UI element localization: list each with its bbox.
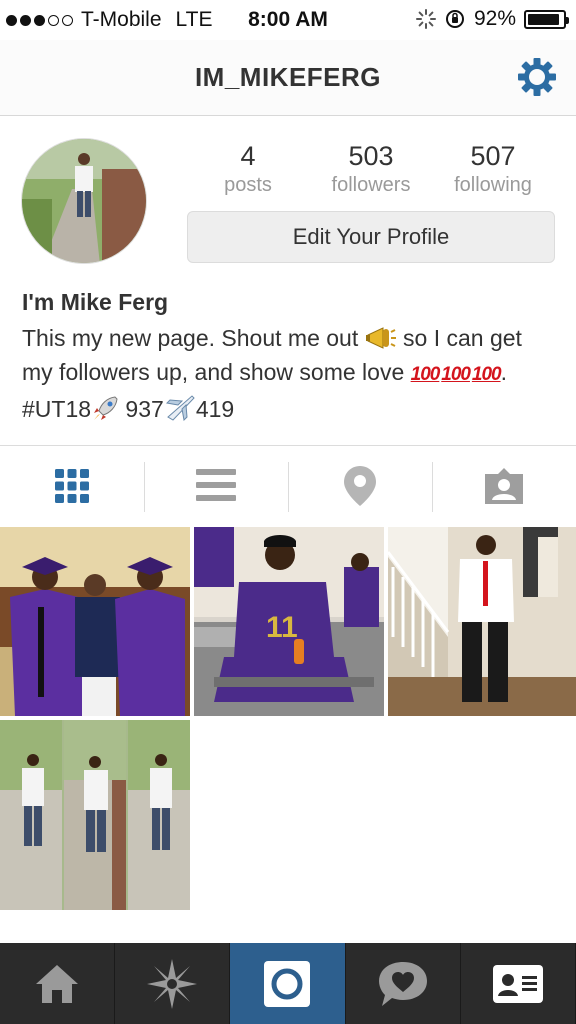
edit-profile-button[interactable]: Edit Your Profile: [187, 211, 555, 263]
hundred-emoji-icon: 100: [441, 364, 471, 385]
profile-card-icon: [492, 964, 543, 1003]
posts-stat[interactable]: 4 posts: [183, 140, 313, 198]
posts-label: posts: [224, 174, 272, 196]
bio-text-part: 937: [119, 396, 164, 422]
followers-stat[interactable]: 503 followers: [306, 140, 436, 198]
camera-icon: [264, 960, 311, 1007]
status-bar: T-Mobile LTE 8:00 AM 92%: [0, 0, 576, 40]
followers-count: 503: [348, 141, 394, 171]
bottom-nav-bar: [0, 943, 576, 1024]
heart-bubble-icon: [378, 961, 427, 1006]
battery-percent: 92%: [473, 7, 516, 30]
followers-label: followers: [331, 174, 411, 196]
graduation-photo-icon: [0, 527, 190, 716]
megaphone-emoji-icon: [365, 327, 396, 349]
location-pin-icon: [344, 466, 376, 506]
home-icon: [36, 964, 79, 1003]
gear-icon[interactable]: [516, 56, 558, 98]
following-stat[interactable]: 507 following: [428, 140, 558, 198]
orientation-lock-icon: [445, 10, 464, 28]
profile-username: IM_MIKEFERG: [194, 62, 382, 92]
hundred-emoji-icon: 100: [410, 364, 441, 385]
formal-outfit-photo-icon: [388, 527, 576, 716]
photo-tile[interactable]: [0, 720, 190, 910]
tagged-person-icon: [485, 468, 523, 504]
following-count: 507: [470, 141, 516, 171]
grid-icon: [55, 469, 89, 503]
battery-icon: [524, 9, 569, 29]
explore-star-icon: [147, 958, 198, 1009]
profile-header: IM_MIKEFERG: [0, 40, 576, 116]
list-view-tab[interactable]: [144, 446, 288, 526]
photo-tile[interactable]: [388, 527, 576, 716]
following-label: following: [454, 174, 532, 196]
list-icon: [196, 469, 236, 501]
collage-photo-icon: [0, 720, 190, 910]
status-right: 92%: [415, 7, 569, 31]
view-tabs: [0, 445, 576, 525]
activity-spinner-icon: [415, 9, 436, 29]
photo-tile[interactable]: 11: [194, 527, 384, 716]
grid-view-tab[interactable]: [0, 446, 144, 526]
bio-name: I'm Mike Ferg: [22, 289, 169, 315]
bio-text-part: 419: [195, 396, 235, 422]
rocket-emoji-icon: [94, 396, 118, 420]
posts-count: 4: [240, 141, 256, 171]
profile-avatar[interactable]: [21, 138, 147, 264]
nav-activity-tab[interactable]: [346, 943, 461, 1024]
photo-map-tab[interactable]: [288, 446, 432, 526]
svg-text:11: 11: [266, 611, 298, 644]
bio-text: This my new page. Shout me out so I can …: [22, 321, 558, 426]
tagged-photos-tab[interactable]: [432, 446, 576, 526]
nav-home-tab[interactable]: [0, 943, 116, 1024]
photo-tile[interactable]: [0, 527, 190, 716]
nav-camera-tab[interactable]: [230, 943, 346, 1024]
airplane-emoji-icon: [165, 395, 195, 421]
nav-profile-tab[interactable]: [461, 943, 576, 1024]
avatar-photo: [22, 139, 146, 263]
hundred-emoji-icon: 100: [471, 364, 502, 385]
nav-explore-tab[interactable]: [115, 943, 231, 1024]
bio-text-part: This my new page. Shout me out: [22, 325, 365, 351]
football-player-photo-icon: 11: [194, 527, 384, 716]
